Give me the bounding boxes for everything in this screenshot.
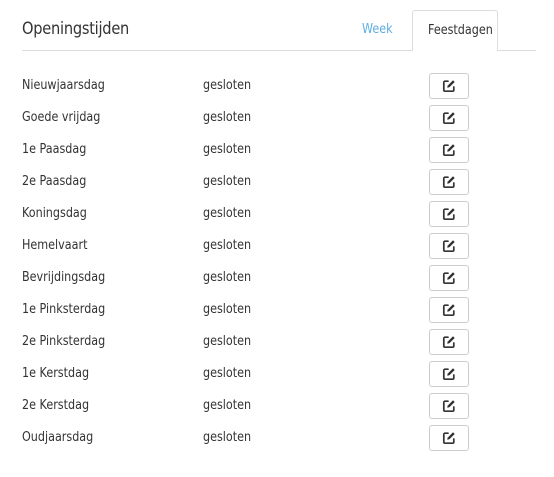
holiday-row: Koningsdag gesloten bbox=[0, 198, 554, 230]
edit-button[interactable] bbox=[429, 265, 469, 291]
tab-feestdagen[interactable]: Feestdagen bbox=[412, 10, 498, 51]
holiday-status: gesloten bbox=[203, 238, 252, 253]
holiday-row: 1e Paasdag gesloten bbox=[0, 134, 554, 166]
edit-button[interactable] bbox=[429, 361, 469, 387]
holiday-status: gesloten bbox=[203, 302, 252, 317]
holiday-name: 1e Paasdag bbox=[22, 142, 87, 157]
holiday-row: 2e Paasdag gesloten bbox=[0, 166, 554, 198]
holiday-list: Nieuwjaarsdag gesloten Goede vrijdag geslot… bbox=[0, 70, 554, 454]
holiday-status: gesloten bbox=[203, 110, 252, 125]
edit-button[interactable] bbox=[429, 393, 469, 419]
holiday-row: 1e Kerstdag gesloten bbox=[0, 358, 554, 390]
holiday-status: gesloten bbox=[203, 398, 252, 413]
tab-week[interactable]: Week bbox=[362, 21, 393, 39]
holiday-status: gesloten bbox=[203, 174, 252, 189]
holiday-row: Hemelvaart gesloten bbox=[0, 230, 554, 262]
holiday-name: 2e Paasdag bbox=[22, 174, 87, 189]
holiday-row: 1e Pinksterdag gesloten bbox=[0, 294, 554, 326]
holiday-row: Bevrijdingsdag gesloten bbox=[0, 262, 554, 294]
holiday-status: gesloten bbox=[203, 206, 252, 221]
edit-button[interactable] bbox=[429, 169, 469, 195]
holiday-status: gesloten bbox=[203, 430, 252, 445]
holiday-status: gesloten bbox=[203, 366, 252, 381]
holiday-row: Oudjaarsdag gesloten bbox=[0, 422, 554, 454]
holiday-row: 2e Kerstdag gesloten bbox=[0, 390, 554, 422]
holiday-status: gesloten bbox=[203, 78, 252, 93]
edit-button[interactable] bbox=[429, 137, 469, 163]
holiday-name: 2e Pinksterdag bbox=[22, 334, 106, 349]
holiday-name: Oudjaarsdag bbox=[22, 430, 94, 445]
edit-button[interactable] bbox=[429, 105, 469, 131]
edit-button[interactable] bbox=[429, 297, 469, 323]
edit-button[interactable] bbox=[429, 329, 469, 355]
holiday-name: Bevrijdingsdag bbox=[22, 270, 106, 285]
holiday-status: gesloten bbox=[203, 334, 252, 349]
holiday-name: Koningsdag bbox=[22, 206, 87, 221]
page-title: Openingstijden bbox=[22, 19, 130, 39]
edit-button[interactable] bbox=[429, 233, 469, 259]
holiday-row: Nieuwjaarsdag gesloten bbox=[0, 70, 554, 102]
edit-button[interactable] bbox=[429, 425, 469, 451]
holiday-name: 1e Kerstdag bbox=[22, 366, 90, 381]
holiday-name: Hemelvaart bbox=[22, 238, 88, 253]
holiday-name: Nieuwjaarsdag bbox=[22, 78, 105, 93]
holiday-name: Goede vrijdag bbox=[22, 110, 101, 125]
edit-button[interactable] bbox=[429, 201, 469, 227]
holiday-name: 2e Kerstdag bbox=[22, 398, 90, 413]
tab-feestdagen-label: Feestdagen bbox=[428, 23, 493, 38]
holiday-row: 2e Pinksterdag gesloten bbox=[0, 326, 554, 358]
holiday-status: gesloten bbox=[203, 270, 252, 285]
holiday-status: gesloten bbox=[203, 142, 252, 157]
edit-button[interactable] bbox=[429, 73, 469, 99]
holiday-name: 1e Pinksterdag bbox=[22, 302, 106, 317]
header: Openingstijden Week Feestdagen bbox=[22, 0, 536, 51]
holiday-row: Goede vrijdag gesloten bbox=[0, 102, 554, 134]
